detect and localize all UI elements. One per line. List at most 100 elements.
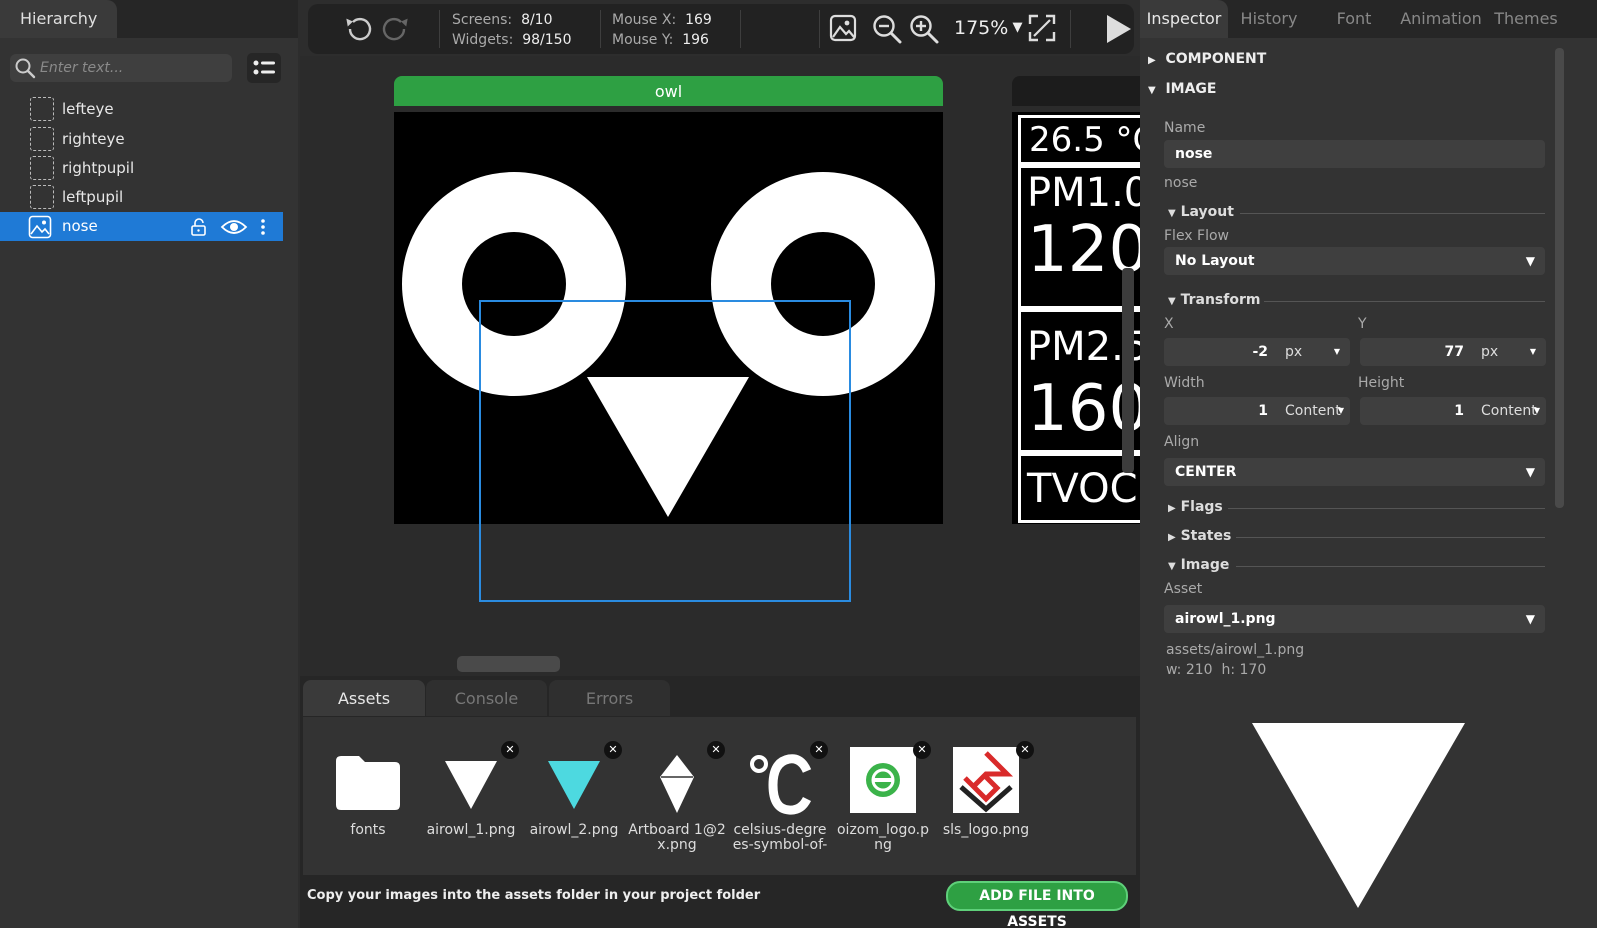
asset-name: airowl_1.png xyxy=(426,822,516,838)
x-input[interactable]: -2 px ▼ xyxy=(1164,338,1350,366)
asset-item-fonts[interactable]: fonts xyxy=(318,747,418,857)
layout-subsection[interactable]: ▼ Layout xyxy=(1168,204,1234,220)
remove-asset-icon[interactable]: ✕ xyxy=(604,741,622,759)
states-subsection[interactable]: ▶ States xyxy=(1168,528,1231,544)
eye-icon[interactable] xyxy=(220,217,248,241)
list-view-button[interactable] xyxy=(247,53,281,83)
tree-item-nose[interactable]: nose xyxy=(0,212,283,241)
canvas-vertical-scrollbar[interactable] xyxy=(1122,268,1134,473)
image-section-header[interactable]: ▼ IMAGE xyxy=(1148,81,1216,97)
asset-name: fonts xyxy=(350,822,386,838)
tab-font[interactable]: Font xyxy=(1312,0,1396,38)
air-quality-screen: 26.5 °C PM1.0 120 PM2.5 160 TVOC xyxy=(1012,112,1140,524)
width-unit: Content xyxy=(1285,403,1341,419)
search-input[interactable] xyxy=(40,58,225,78)
asset-select[interactable]: airowl_1.png ▼ xyxy=(1164,605,1545,633)
remove-asset-icon[interactable]: ✕ xyxy=(501,741,519,759)
height-input[interactable]: 1 Content ▼ xyxy=(1360,397,1546,425)
play-icon[interactable] xyxy=(1104,13,1134,49)
tab-themes[interactable]: Themes xyxy=(1490,0,1562,38)
toolbar-divider xyxy=(1070,10,1071,48)
subsection-title: Image xyxy=(1180,557,1230,573)
undo-icon[interactable] xyxy=(342,13,374,49)
asset-item-sls-logo[interactable]: ✕ sls_logo.png xyxy=(936,741,1036,857)
tree-item-lefteye[interactable]: lefteye xyxy=(0,95,283,124)
remove-asset-icon[interactable]: ✕ xyxy=(810,741,828,759)
tree-item-righteye[interactable]: righteye xyxy=(0,125,283,154)
y-label: Y xyxy=(1358,316,1367,332)
inspector-scrollbar[interactable] xyxy=(1555,48,1564,508)
name-input[interactable]: nose xyxy=(1164,140,1545,168)
asset-name: oizom_logo.png xyxy=(836,822,929,853)
mouse-y-stat: Mouse Y: 196 xyxy=(612,32,709,48)
screens-label: Screens: xyxy=(452,12,513,28)
remove-asset-icon[interactable]: ✕ xyxy=(913,741,931,759)
remove-asset-icon[interactable]: ✕ xyxy=(1016,741,1034,759)
redo-icon[interactable] xyxy=(380,13,412,49)
caret-down-icon: ▼ xyxy=(1168,208,1176,219)
flex-flow-select[interactable]: No Layout ▼ xyxy=(1164,247,1545,275)
chevron-down-icon[interactable]: ▼ xyxy=(1530,338,1536,366)
chevron-down-icon[interactable]: ▼ xyxy=(1334,338,1340,366)
zoom-out-icon[interactable] xyxy=(871,13,903,49)
remove-asset-icon[interactable]: ✕ xyxy=(707,741,725,759)
tab-history[interactable]: History xyxy=(1229,0,1309,38)
tab-assets[interactable]: Assets xyxy=(303,680,425,716)
asset-item-airowl-2[interactable]: ✕ airowl_2.png xyxy=(524,741,624,857)
subsection-title: Layout xyxy=(1180,204,1234,220)
object-icon xyxy=(30,127,54,151)
chevron-down-icon[interactable]: ▼ xyxy=(1534,397,1540,425)
sls-logo-thumbnail xyxy=(953,747,1019,813)
x-label: X xyxy=(1164,316,1174,332)
screen-title-bar[interactable]: owl xyxy=(394,76,943,106)
tab-console[interactable]: Console xyxy=(426,680,547,716)
widgets-label: Widgets: xyxy=(452,32,514,48)
align-label: Align xyxy=(1164,434,1200,450)
tree-item-rightpupil[interactable]: rightpupil xyxy=(0,154,283,183)
width-input[interactable]: 1 Content ▼ xyxy=(1164,397,1350,425)
tree-item-leftpupil[interactable]: leftpupil xyxy=(0,183,283,212)
image-subsection[interactable]: ▼ Image xyxy=(1168,557,1229,573)
more-vertical-icon[interactable] xyxy=(256,217,270,241)
chevron-down-icon[interactable]: ▼ xyxy=(1338,397,1344,425)
add-file-button[interactable]: ADD FILE INTO ASSETS xyxy=(946,881,1128,928)
mouse-y-label: Mouse Y: xyxy=(612,32,674,48)
image-preview-icon[interactable] xyxy=(828,13,858,47)
mouse-x-stat: Mouse X: 169 xyxy=(612,12,712,28)
tab-errors[interactable]: Errors xyxy=(549,680,670,716)
height-value: 1 xyxy=(1454,403,1464,419)
zoom-in-icon[interactable] xyxy=(908,13,940,49)
object-icon xyxy=(30,97,54,121)
asset-value: airowl_1.png xyxy=(1175,611,1276,627)
y-input[interactable]: 77 px ▼ xyxy=(1360,338,1546,366)
tab-hierarchy[interactable]: Hierarchy xyxy=(0,0,117,38)
chevron-down-icon: ▼ xyxy=(1525,612,1535,626)
asset-item-celsius[interactable]: ✕ celsius-degrees-symbol-of- xyxy=(730,741,830,857)
fit-screen-icon[interactable] xyxy=(1027,13,1057,47)
celsius-thumbnail xyxy=(745,747,815,817)
editor-canvas[interactable]: owl 26.5 °C PM1.0 120 PM2.5 160 TVOC xyxy=(300,56,1140,676)
flags-subsection[interactable]: ▶ Flags xyxy=(1168,499,1223,515)
align-select[interactable]: CENTER ▼ xyxy=(1164,458,1545,486)
selection-box[interactable] xyxy=(479,300,851,602)
asset-item-oizom-logo[interactable]: ✕ oizom_logo.png xyxy=(833,741,933,857)
asset-item-artboard[interactable]: ✕ Artboard 1@2x.png xyxy=(627,741,727,857)
tab-animation[interactable]: Animation xyxy=(1398,0,1484,38)
other-screen[interactable]: 26.5 °C PM1.0 120 PM2.5 160 TVOC xyxy=(1012,76,1140,524)
x-unit: px xyxy=(1285,344,1303,360)
image-icon xyxy=(28,215,52,243)
asset-path: assets/airowl_1.png xyxy=(1166,642,1305,658)
flex-flow-label: Flex Flow xyxy=(1164,228,1230,244)
object-icon xyxy=(30,185,54,209)
widgets-stat: Widgets: 98/150 xyxy=(452,32,571,48)
canvas-horizontal-scrollbar[interactable] xyxy=(457,656,560,672)
search-box[interactable] xyxy=(10,54,232,82)
zoom-select[interactable]: 175% ▼ xyxy=(954,17,1022,39)
unlock-icon[interactable] xyxy=(189,217,209,241)
other-screen-title-bar[interactable] xyxy=(1012,76,1140,106)
transform-subsection[interactable]: ▼ Transform xyxy=(1168,292,1260,308)
asset-item-airowl-1[interactable]: ✕ airowl_1.png xyxy=(421,741,521,857)
component-section-header[interactable]: ▶ COMPONENT xyxy=(1148,51,1266,67)
tab-inspector[interactable]: Inspector xyxy=(1140,0,1228,38)
chevron-down-icon: ▼ xyxy=(1525,254,1535,268)
